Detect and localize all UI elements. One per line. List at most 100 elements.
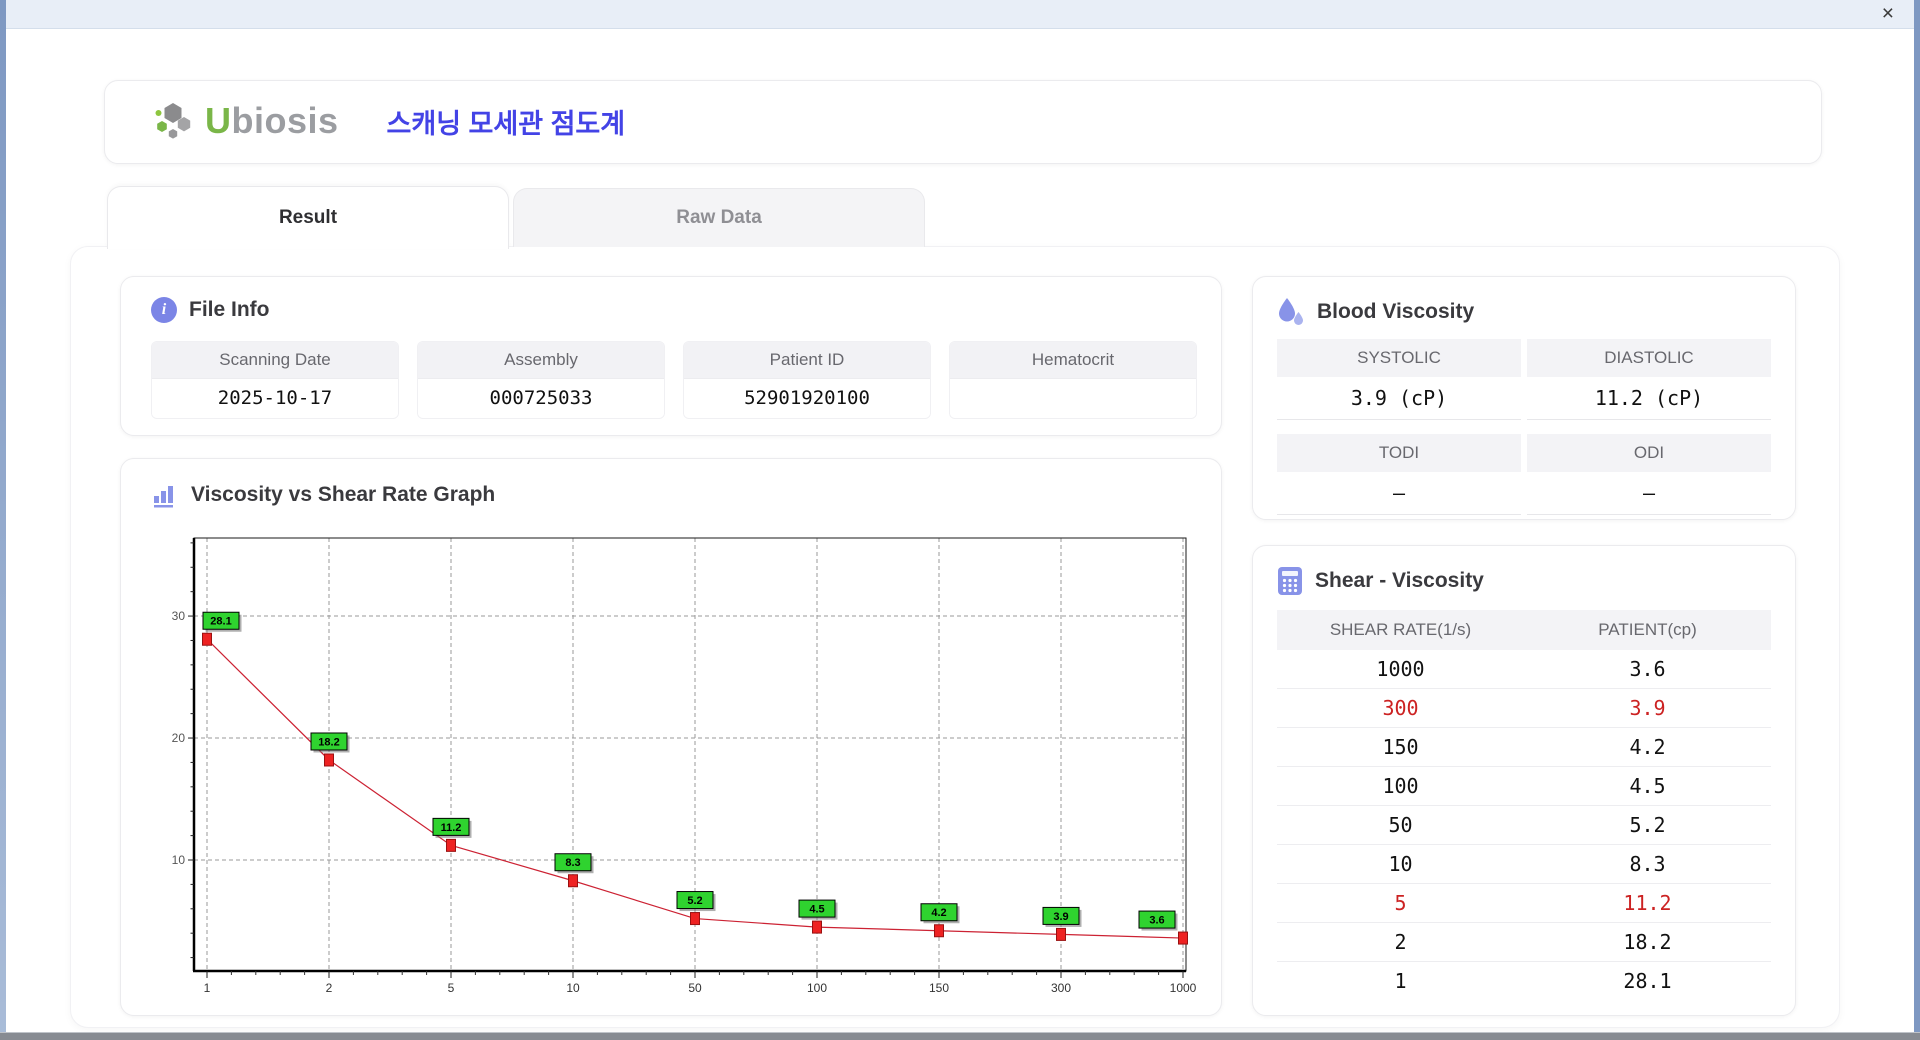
patient-cell: 4.2 bbox=[1524, 727, 1771, 767]
shear-rate-cell: 1000 bbox=[1376, 657, 1425, 681]
svg-text:4.5: 4.5 bbox=[809, 904, 824, 916]
logo-text: Ubiosis bbox=[205, 100, 339, 141]
metric-header: DIASTOLIC bbox=[1527, 339, 1771, 377]
svg-text:20: 20 bbox=[172, 731, 186, 745]
table-row: 300 3.9 bbox=[1277, 688, 1771, 728]
svg-text:2: 2 bbox=[326, 981, 333, 995]
metric-header: TODI bbox=[1277, 434, 1521, 472]
metric-header: SYSTOLIC bbox=[1277, 339, 1521, 377]
svg-text:3.9: 3.9 bbox=[1053, 911, 1068, 923]
shear-rate-cell: 5 bbox=[1277, 883, 1524, 923]
metric-value: 3.9 (cP) bbox=[1277, 377, 1521, 420]
tab-result-label: Result bbox=[278, 207, 338, 228]
field-value bbox=[950, 379, 1196, 418]
patient-column-header: PATIENT(cp) bbox=[1524, 610, 1771, 650]
svg-text:50: 50 bbox=[688, 981, 702, 995]
shear-rate-cell: 50 bbox=[1277, 805, 1524, 845]
table-row: 10 8.3 bbox=[1277, 844, 1771, 884]
window-left-border bbox=[0, 0, 6, 1040]
svg-text:30: 30 bbox=[172, 609, 186, 623]
shear-rate-cell: 1 bbox=[1277, 961, 1524, 1000]
svg-text:1: 1 bbox=[204, 981, 211, 995]
field-value: 2025-10-17 bbox=[152, 379, 398, 418]
metric-value: – bbox=[1277, 472, 1521, 515]
blood-viscosity-title: Blood Viscosity bbox=[1317, 300, 1475, 323]
shear-rate-column-header: SHEAR RATE(1/s) bbox=[1277, 610, 1524, 650]
patient-cell: 28.1 bbox=[1524, 961, 1771, 1000]
app-window: × Ubiosis 스캐닝 모세관 점도계 Result Raw Data i … bbox=[0, 0, 1920, 1040]
shear-rate-cell: 150 bbox=[1277, 727, 1524, 767]
patient-cell: 8.3 bbox=[1524, 844, 1771, 884]
shear-viscosity-table: SHEAR RATE(1/s) PATIENT(cp) 1000 3.6 300 3.… bbox=[1277, 610, 1771, 1000]
table-row: 150 4.2 bbox=[1277, 727, 1771, 767]
metric-value: – bbox=[1527, 472, 1771, 515]
tab-result[interactable]: Result bbox=[107, 186, 509, 249]
calculator-icon bbox=[1278, 567, 1302, 595]
file-info-field: Hematocrit bbox=[949, 341, 1197, 419]
metric-value: 11.2 (cP) bbox=[1527, 377, 1771, 420]
svg-text:150: 150 bbox=[929, 981, 949, 995]
bar-chart-icon bbox=[154, 486, 173, 508]
ubiosis-logo-icon bbox=[155, 103, 191, 139]
blood-viscosity-grid: SYSTOLIC DIASTOLIC 3.9 (cP) 11.2 (cP) TODI OD… bbox=[1277, 339, 1771, 529]
svg-text:11.2: 11.2 bbox=[441, 822, 462, 834]
table-row: 2 18.2 bbox=[1277, 922, 1771, 962]
shear-rate-cell: 100 bbox=[1277, 766, 1524, 806]
table-row: 100 4.5 bbox=[1277, 766, 1771, 806]
svg-text:100: 100 bbox=[807, 981, 827, 995]
svg-text:8.3: 8.3 bbox=[565, 857, 580, 869]
file-info-field: Patient ID 52901920100 bbox=[683, 341, 931, 419]
tab-raw-data[interactable]: Raw Data bbox=[513, 188, 925, 247]
patient-cell: 3.9 bbox=[1524, 688, 1771, 728]
svg-text:3.6: 3.6 bbox=[1149, 915, 1164, 927]
shear-rate-cell: 10 bbox=[1277, 844, 1524, 884]
graph-title: Viscosity vs Shear Rate Graph bbox=[191, 483, 496, 506]
window-right-border bbox=[1914, 0, 1920, 1040]
window-titlebar: × bbox=[0, 0, 1920, 29]
svg-text:18.2: 18.2 bbox=[318, 736, 339, 748]
field-value: 000725033 bbox=[418, 379, 664, 418]
svg-text:300: 300 bbox=[1051, 981, 1071, 995]
table-row: 50 5.2 bbox=[1277, 805, 1771, 845]
table-row: 1 28.1 bbox=[1277, 961, 1771, 1000]
file-info-title: File Info bbox=[189, 298, 270, 321]
info-icon: i bbox=[151, 297, 177, 323]
metric-header: ODI bbox=[1527, 434, 1771, 472]
header-card: Ubiosis 스캐닝 모세관 점도계 bbox=[104, 80, 1822, 164]
tab-raw-data-label: Raw Data bbox=[676, 207, 762, 228]
shear-rate-cell: 300 bbox=[1277, 688, 1524, 728]
blood-viscosity-card: Blood Viscosity SYSTOLIC DIASTOLIC 3.9 (cP… bbox=[1252, 276, 1796, 520]
patient-cell: 18.2 bbox=[1524, 922, 1771, 962]
svg-text:4.2: 4.2 bbox=[931, 907, 946, 919]
page-title: 스캐닝 모세관 점도계 bbox=[386, 108, 626, 139]
svg-text:10: 10 bbox=[172, 853, 186, 867]
field-value: 52901920100 bbox=[684, 379, 930, 418]
patient-cell: 4.5 bbox=[1524, 766, 1771, 806]
table-row: 5 11.2 bbox=[1277, 883, 1771, 923]
file-info-field: Scanning Date 2025-10-17 bbox=[151, 341, 399, 419]
file-info-field: Assembly 000725033 bbox=[417, 341, 665, 419]
table-row: 1000 3.6 bbox=[1277, 650, 1771, 689]
svg-text:5: 5 bbox=[448, 981, 455, 995]
viscosity-chart: 10 20 30 1 2 5 10 50 100 150 300 1000 28.1 18.2 11.2 8.… bbox=[172, 537, 1197, 995]
window-bottom-border bbox=[0, 1032, 1920, 1040]
svg-text:1000: 1000 bbox=[1170, 981, 1197, 995]
file-info-fields: Scanning Date 2025-10-17 Assembly 000725033… bbox=[151, 341, 1197, 419]
patient-cell: 3.6 bbox=[1629, 657, 1666, 681]
graph-card: Viscosity vs Shear Rate Graph 10 20 30 1 2 5 1… bbox=[120, 458, 1222, 1016]
shear-rate-cell: 2 bbox=[1277, 922, 1524, 962]
file-info-card: i File Info Scanning Date 2025-10-17 Assem… bbox=[120, 276, 1222, 436]
ubiosis-logo: Ubiosis bbox=[151, 99, 339, 143]
svg-text:5.2: 5.2 bbox=[687, 895, 702, 907]
field-label: Hematocrit bbox=[950, 342, 1196, 379]
field-label: Scanning Date bbox=[152, 342, 398, 379]
shear-viscosity-card: Shear - Viscosity SHEAR RATE(1/s) PATIEN… bbox=[1252, 545, 1796, 1016]
droplets-icon bbox=[1279, 298, 1303, 325]
patient-cell: 5.2 bbox=[1524, 805, 1771, 845]
field-label: Assembly bbox=[418, 342, 664, 379]
svg-text:28.1: 28.1 bbox=[210, 616, 231, 628]
field-label: Patient ID bbox=[684, 342, 930, 379]
close-icon[interactable]: × bbox=[1882, 2, 1894, 26]
svg-text:10: 10 bbox=[566, 981, 580, 995]
patient-cell: 11.2 bbox=[1524, 883, 1771, 923]
